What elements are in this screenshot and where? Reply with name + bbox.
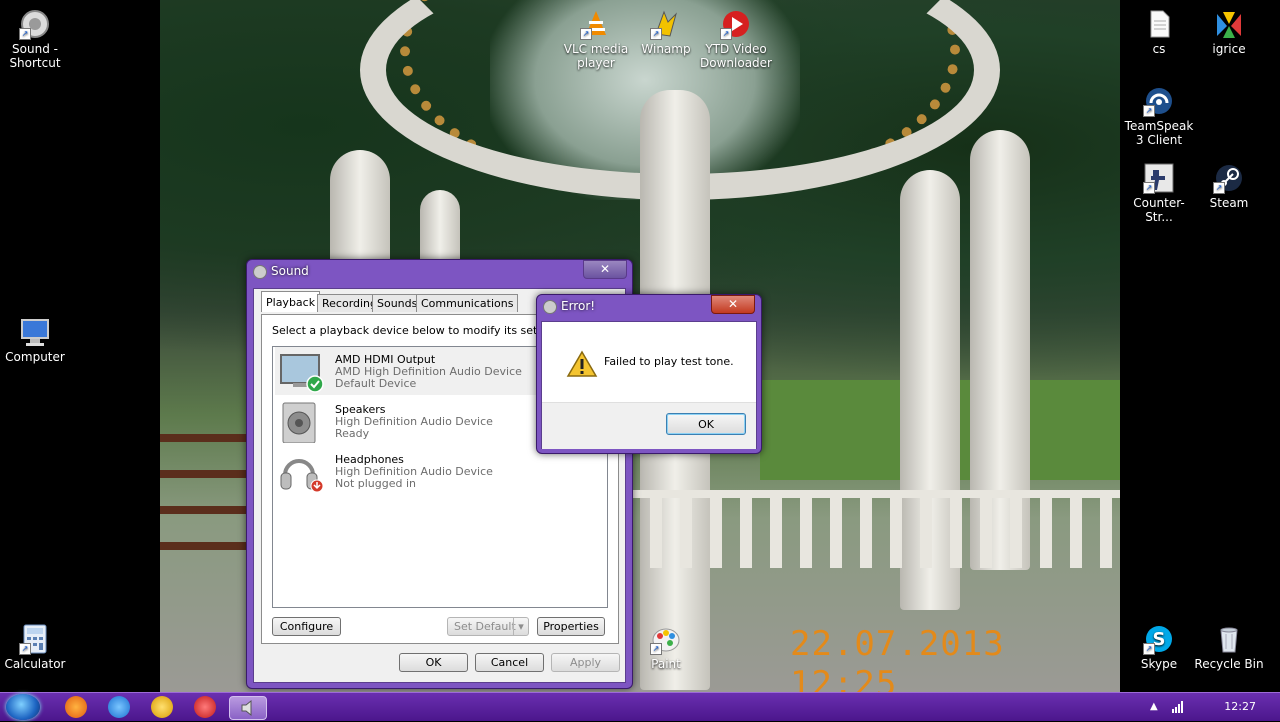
desktop-icon-steam[interactable]: ↗ Steam (1191, 162, 1267, 210)
desktop-icon-label: Calculator (4, 657, 66, 671)
error-dialog-title: Error! (561, 299, 596, 313)
tab-communications[interactable]: Communications (416, 294, 519, 312)
desktop-icon-computer[interactable]: Computer (0, 316, 73, 364)
error-dialog-body: Failed to play test tone. OK (541, 321, 757, 449)
desktop-icon-winamp[interactable]: ↗ Winamp (628, 8, 704, 56)
counter-strike-icon: ↗ (1143, 162, 1175, 194)
set-default-label: Set Default (454, 620, 516, 633)
file-icon (1143, 8, 1175, 40)
properties-button[interactable]: Properties (537, 617, 605, 636)
chevron-down-icon[interactable]: ▾ (513, 618, 528, 635)
desktop-icon-calculator[interactable]: ↗ Calculator (0, 623, 73, 671)
calculator-icon: ↗ (19, 623, 51, 655)
error-icon (543, 300, 557, 314)
close-button[interactable]: ✕ (583, 260, 627, 279)
photo-date-stamp: 22.07.2013 12:25 (790, 624, 1005, 692)
ok-button[interactable]: OK (399, 653, 468, 672)
teamspeak-icon: ↗ (1143, 85, 1175, 117)
desktop-icon-label: Steam (1209, 196, 1249, 210)
internet-explorer-icon[interactable] (108, 696, 130, 718)
apply-button[interactable]: Apply (551, 653, 620, 672)
desktop-icon-ytd[interactable]: ↗ YTD Video Downloader (698, 8, 774, 70)
desktop-icon-label: Counter-Str... (1133, 196, 1185, 224)
vlc-icon: ↗ (580, 8, 612, 40)
desktop-icon-label: cs (1152, 42, 1166, 56)
desktop-icon-label: Sound - Shortcut (9, 42, 61, 70)
ytd-icon: ↗ (720, 8, 752, 40)
monitor-icon (277, 351, 325, 393)
desktop-icon-vlc[interactable]: ↗ VLC media player (558, 8, 634, 70)
network-icon[interactable] (1172, 699, 1186, 716)
desktop-icon-recycle-bin[interactable]: Recycle Bin (1191, 623, 1267, 671)
sound-taskbar-button[interactable] (229, 696, 267, 720)
speaker-icon (277, 401, 325, 444)
steam-icon: ↗ (1213, 162, 1245, 194)
desktop-icon-label: Winamp (641, 42, 691, 56)
desktop-icon-label: VLC media player (563, 42, 629, 70)
ytd-taskbar-icon[interactable] (194, 696, 216, 718)
desktop-icon-counter-strike[interactable]: ↗ Counter-Str... (1121, 162, 1197, 224)
desktop-icon-paint[interactable]: ↗ Paint (628, 623, 704, 671)
close-button[interactable]: ✕ (711, 295, 755, 314)
firefox-icon[interactable] (65, 696, 87, 718)
configure-button[interactable]: Configure (272, 617, 341, 636)
desktop-icon-label: TeamSpeak 3 Client (1124, 119, 1194, 147)
paint-icon: ↗ (650, 623, 682, 655)
desktop-icon-cs-file[interactable]: cs (1121, 8, 1197, 56)
error-dialog[interactable]: Error! ✕ Failed to play test tone. OK (536, 294, 762, 454)
instruction-text: Select a playback device below to modify… (272, 324, 569, 337)
sound-icon (253, 265, 267, 279)
cancel-button[interactable]: Cancel (475, 653, 544, 672)
taskbar: ▲ 12:27 (0, 692, 1280, 721)
list-item[interactable]: AMD HDMI Output AMD High Definition Audi… (275, 347, 537, 395)
tab-sounds[interactable]: Sounds (372, 294, 423, 312)
device-status: Ready (335, 427, 370, 440)
desktop-icon-label: Recycle Bin (1194, 657, 1264, 671)
error-button-bar: OK (542, 402, 756, 449)
sound-icon: ↗ (19, 8, 51, 40)
desktop-icon-label: Computer (5, 350, 65, 364)
sound-dialog-title: Sound (271, 264, 309, 278)
winamp-icon: ↗ (650, 8, 682, 40)
error-ok-button[interactable]: OK (666, 413, 746, 435)
desktop-icon-sound-shortcut[interactable]: ↗ Sound - Shortcut (0, 8, 73, 70)
app-icon[interactable] (151, 696, 173, 718)
tab-playback[interactable]: Playback (261, 291, 321, 312)
device-status: Not plugged in (335, 477, 417, 490)
skype-icon: S ↗ (1143, 623, 1175, 655)
device-status: Default Device (335, 377, 417, 390)
taskbar-clock[interactable]: 12:27 (1224, 700, 1256, 713)
headphones-icon (277, 451, 325, 493)
folder-icon (1213, 8, 1245, 40)
desktop-icon-teamspeak[interactable]: ↗ TeamSpeak 3 Client (1121, 85, 1197, 147)
error-message: Failed to play test tone. (604, 355, 734, 368)
desktop-icon-label: Paint (651, 657, 681, 671)
desktop-icon-igrice[interactable]: igrice (1191, 8, 1267, 56)
desktop-icon-label: YTD Video Downloader (700, 42, 772, 70)
desktop-icon-label: Skype (1140, 657, 1178, 671)
recycle-bin-icon (1213, 623, 1245, 655)
computer-icon (19, 316, 51, 348)
show-hidden-icons-icon[interactable]: ▲ (1150, 701, 1158, 712)
list-item[interactable]: Headphones High Definition Audio Device … (275, 447, 605, 495)
desktop-icon-skype[interactable]: S ↗ Skype (1121, 623, 1197, 671)
start-button[interactable] (6, 694, 40, 720)
warning-icon (566, 350, 598, 378)
desktop-icon-label: igrice (1212, 42, 1246, 56)
set-default-button[interactable]: Set Default ▾ (447, 617, 529, 636)
